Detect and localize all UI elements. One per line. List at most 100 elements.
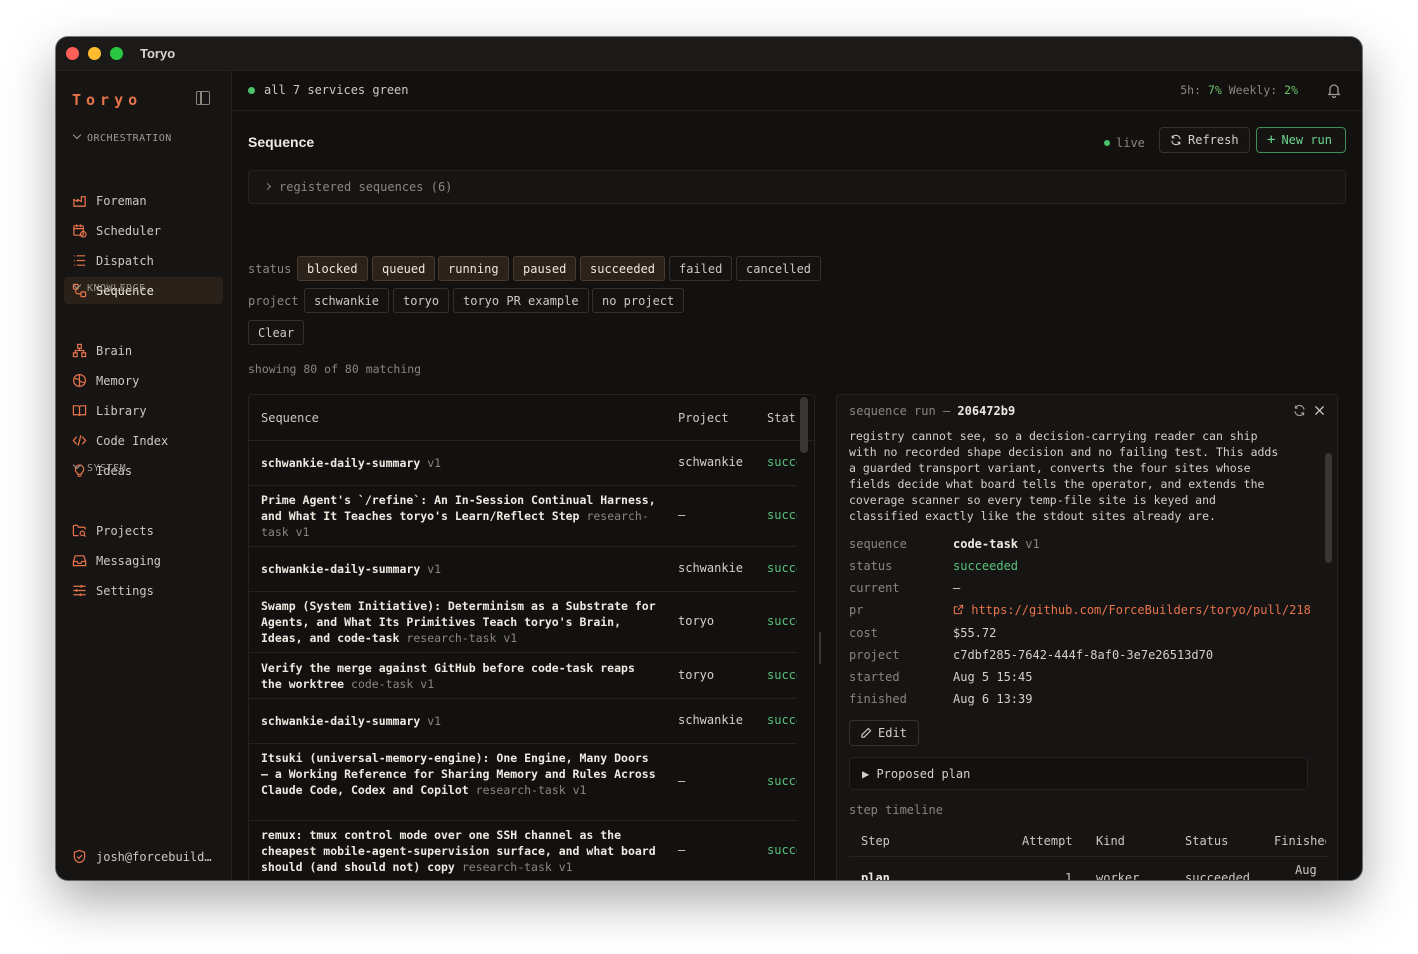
close-window-button[interactable]: [66, 47, 79, 60]
sidebar: Toryo ORCHESTRATION Foreman Scheduler Di…: [56, 71, 232, 880]
shield-check-icon: [73, 849, 86, 864]
pr-link[interactable]: https://github.com/ForceBuilders/toryo/p…: [953, 603, 1311, 617]
filter-chip-queued[interactable]: queued: [372, 256, 436, 281]
field-label-finished: finished: [849, 692, 907, 706]
refresh-button[interactable]: Refresh: [1159, 127, 1250, 153]
chevron-down-icon: [72, 460, 82, 470]
sidebar-item-brain[interactable]: Brain: [64, 337, 223, 364]
section-knowledge[interactable]: KNOWLEDGE: [72, 280, 146, 294]
user-account[interactable]: josh@forcebuild…: [72, 849, 212, 864]
row-sequence-name: schwankie-daily-summary v1: [261, 714, 442, 728]
edit-button[interactable]: Edit: [849, 720, 919, 746]
column-header-sequence[interactable]: Sequence: [261, 395, 319, 440]
zoom-window-button[interactable]: [110, 47, 123, 60]
sidebar-item-label: Brain: [96, 343, 133, 358]
sidebar-item-projects[interactable]: Projects: [64, 517, 223, 544]
table-row[interactable]: Prime Agent's `/refine`: An In-Session C…: [249, 486, 797, 547]
table-row[interactable]: Verify the merge against GitHub before c…: [249, 653, 797, 699]
timeline-cell-status: succeeded: [1185, 871, 1251, 880]
table-row[interactable]: Itsuki (universal-memory-engine): One En…: [249, 744, 797, 821]
sidebar-item-memory[interactable]: Memory: [64, 367, 223, 394]
top-bar: all 7 services green 5h: 7% Weekly: 2%: [232, 71, 1362, 111]
row-project: —: [678, 508, 686, 522]
detail-header: sequence run — 206472b9: [849, 404, 1016, 418]
sequence-runs-table: Sequence Project Status schwankie-daily-…: [248, 394, 815, 880]
page-title: Sequence: [248, 134, 315, 150]
row-status: succeeded: [767, 508, 797, 522]
table-row[interactable]: Swamp (System Initiative): Determinism a…: [249, 592, 797, 653]
sidebar-item-library[interactable]: Library: [64, 397, 223, 424]
timeline-cell-step: plan: [861, 871, 890, 880]
sidebar-item-scheduler[interactable]: Scheduler: [64, 217, 223, 244]
field-value-finished: Aug 6 13:39: [953, 692, 1033, 706]
filter-chip-cancelled[interactable]: cancelled: [736, 256, 822, 281]
new-run-button[interactable]: + New run: [1256, 127, 1346, 153]
filter-chip-paused[interactable]: paused: [513, 256, 577, 281]
table-row[interactable]: schwankie-daily-summary v1 schwankie suc…: [249, 441, 797, 486]
row-status: succeeded: [767, 455, 797, 469]
row-sequence-name: Swamp (System Initiative): Determinism a…: [261, 599, 656, 645]
status-filter-label: status: [248, 262, 292, 276]
row-status: succeeded: [767, 843, 797, 857]
table-row[interactable]: schwankie-daily-summary v1 schwankie suc…: [249, 699, 797, 744]
registered-sequences-toggle[interactable]: registered sequences (6): [248, 170, 1346, 204]
user-email: josh@forcebuild…: [96, 849, 212, 864]
collapse-sidebar-icon[interactable]: [196, 91, 210, 105]
table-row[interactable]: remux: tmux control mode over one SSH ch…: [249, 821, 797, 880]
usage-meter: 5h: 7% Weekly: 2%: [1180, 83, 1298, 97]
bell-icon[interactable]: [1326, 82, 1342, 98]
filter-chip-failed[interactable]: failed: [669, 256, 733, 281]
filter-chip-no-project[interactable]: no project: [592, 288, 685, 313]
filter-chip-project-toryo[interactable]: toryo: [393, 288, 450, 313]
inbox-icon: [72, 553, 87, 568]
table-vertical-scrollbar[interactable]: [800, 397, 808, 453]
proposed-plan-toggle[interactable]: ▶ Proposed plan: [849, 757, 1308, 790]
section-orchestration[interactable]: ORCHESTRATION: [72, 130, 172, 144]
timeline-header-status: Status: [1185, 834, 1229, 848]
row-project: toryo: [678, 668, 715, 682]
row-status: succeeded: [767, 561, 797, 575]
field-label-sequence: sequence: [849, 537, 907, 551]
row-status: succeeded: [767, 713, 797, 727]
clear-filters-button[interactable]: Clear: [248, 320, 305, 345]
plus-icon: +: [1267, 132, 1276, 148]
sidebar-item-label: Library: [96, 403, 147, 418]
filter-chip-project-schwankie[interactable]: schwankie: [304, 288, 390, 313]
folder-search-icon: [72, 523, 87, 538]
timeline-cell-kind: worker: [1096, 871, 1140, 880]
sliders-icon: [72, 583, 87, 598]
filter-chip-succeeded[interactable]: succeeded: [580, 256, 666, 281]
field-value-project: c7dbf285-7642-444f-8af0-3e7e26513d70: [953, 648, 1214, 662]
field-value-current: —: [953, 581, 961, 595]
column-header-project[interactable]: Project: [678, 395, 729, 440]
field-label-pr: pr: [849, 603, 864, 617]
external-link-icon: [953, 604, 964, 615]
sidebar-item-label: Scheduler: [96, 223, 162, 238]
row-status: succeeded: [767, 614, 797, 628]
brand-logo[interactable]: Toryo: [72, 91, 142, 109]
table-row[interactable]: schwankie-daily-summary v1 schwankie suc…: [249, 547, 797, 592]
sidebar-item-dispatch[interactable]: Dispatch: [64, 247, 223, 274]
row-sequence-name: remux: tmux control mode over one SSH ch…: [261, 828, 656, 874]
refresh-icon[interactable]: [1293, 404, 1306, 417]
sidebar-item-settings[interactable]: Settings: [64, 577, 223, 604]
row-project: —: [678, 774, 686, 788]
filter-chip-project-toryo-pr-example[interactable]: toryo PR example: [453, 288, 589, 313]
panel-resize-handle[interactable]: [819, 632, 821, 664]
minimize-window-button[interactable]: [88, 47, 101, 60]
filter-chip-running[interactable]: running: [438, 256, 509, 281]
sidebar-item-code-index[interactable]: Code Index: [64, 427, 223, 454]
row-project: schwankie: [678, 561, 744, 575]
filter-chip-blocked[interactable]: blocked: [297, 256, 368, 281]
column-header-status[interactable]: Status: [767, 395, 797, 440]
detail-vertical-scrollbar[interactable]: [1325, 453, 1332, 563]
timeline-header-kind: Kind: [1096, 834, 1125, 848]
code-icon: [72, 433, 87, 448]
field-label-current: current: [849, 581, 900, 595]
close-icon[interactable]: [1313, 404, 1326, 417]
sidebar-item-messaging[interactable]: Messaging: [64, 547, 223, 574]
sidebar-item-foreman[interactable]: Foreman: [64, 187, 223, 214]
row-status: succeeded: [767, 668, 797, 682]
section-system[interactable]: SYSTEM: [72, 460, 126, 474]
sidebar-item-label: Memory: [96, 373, 140, 388]
